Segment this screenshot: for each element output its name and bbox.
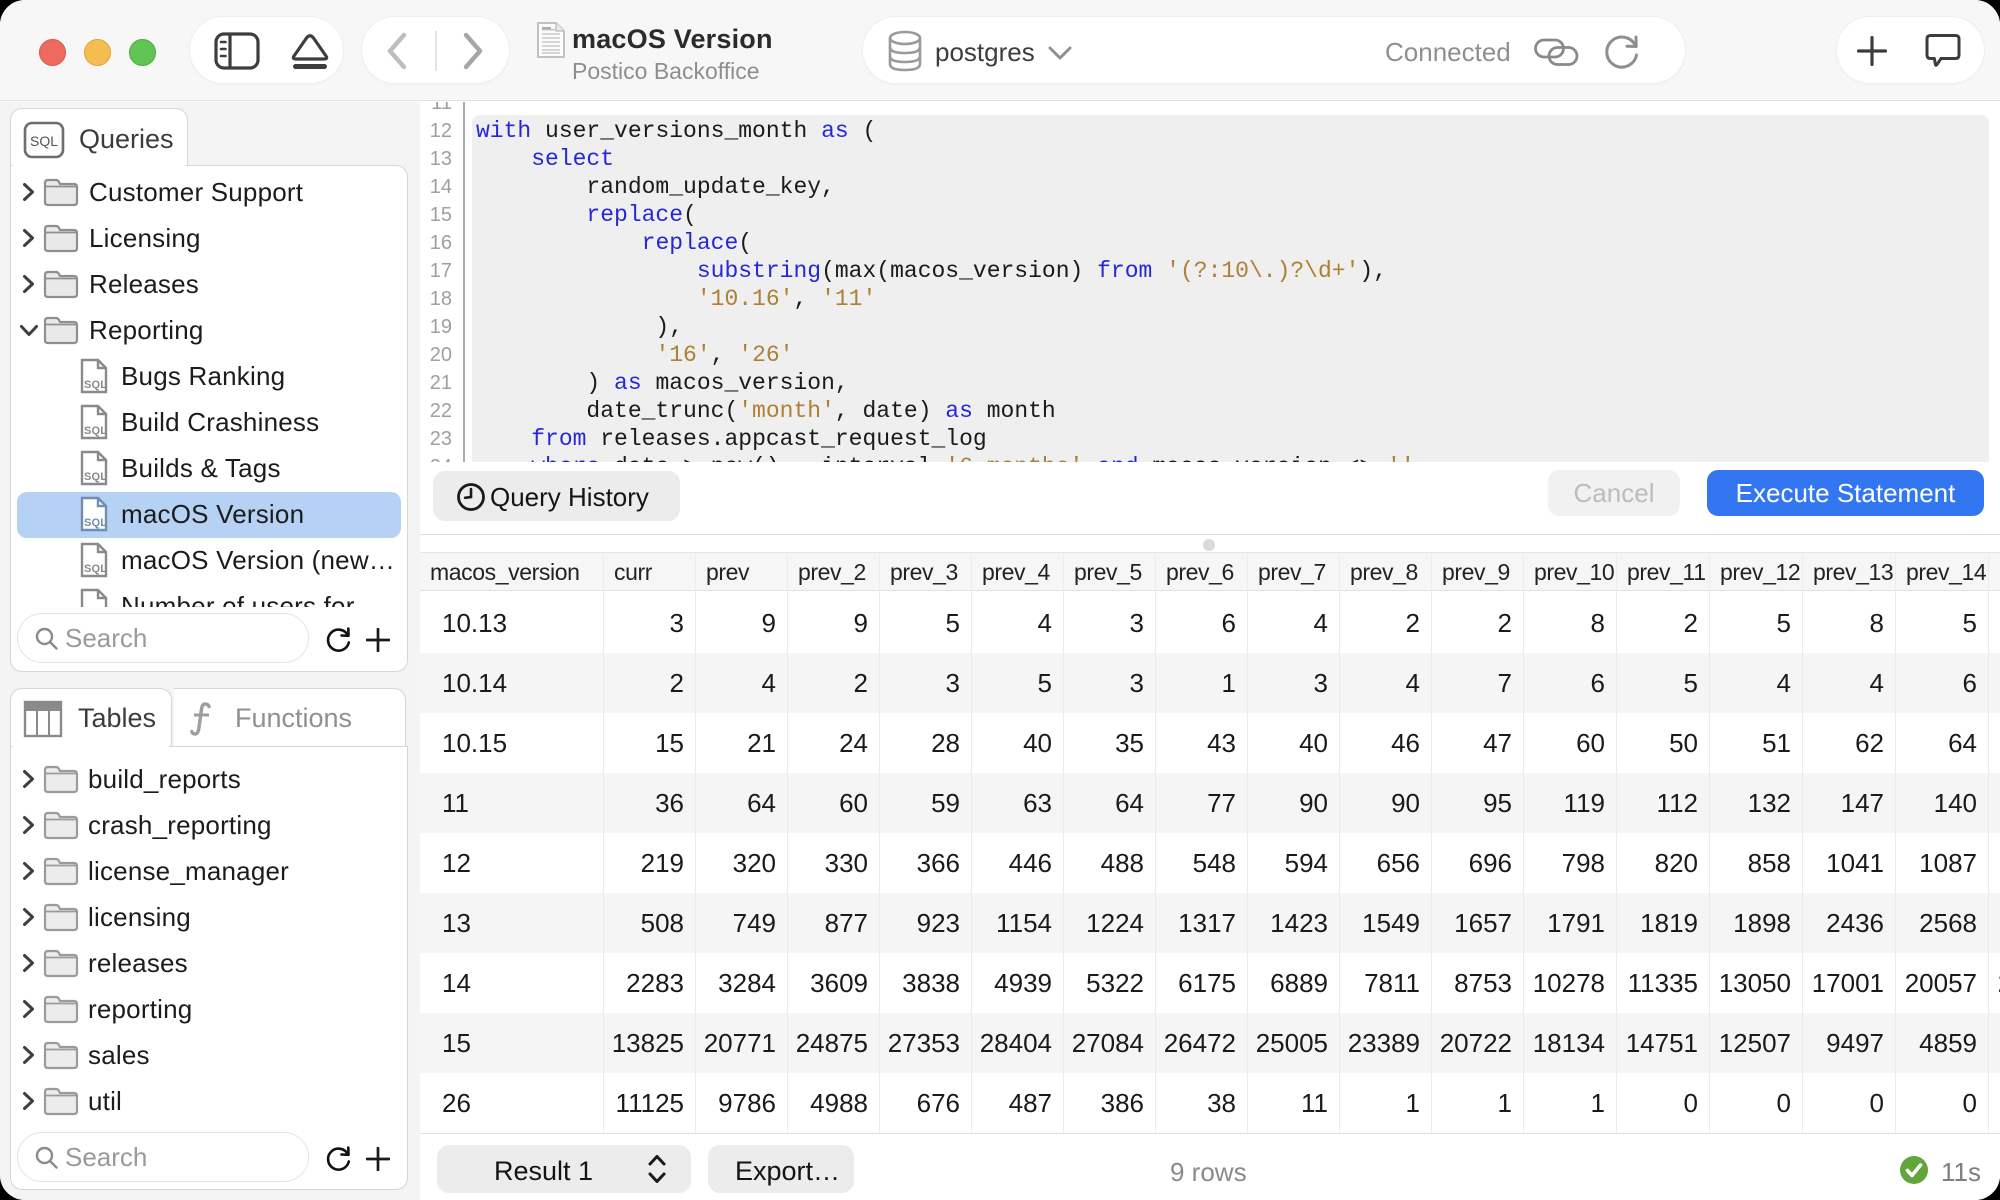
svg-text:SQL: SQL [84,517,107,529]
svg-text:SQL: SQL [84,425,107,437]
svg-text:SQL: SQL [84,471,107,483]
svg-text:SQL: SQL [84,379,107,391]
svg-text:SQL: SQL [30,133,58,149]
svg-text:SQL: SQL [84,563,107,575]
